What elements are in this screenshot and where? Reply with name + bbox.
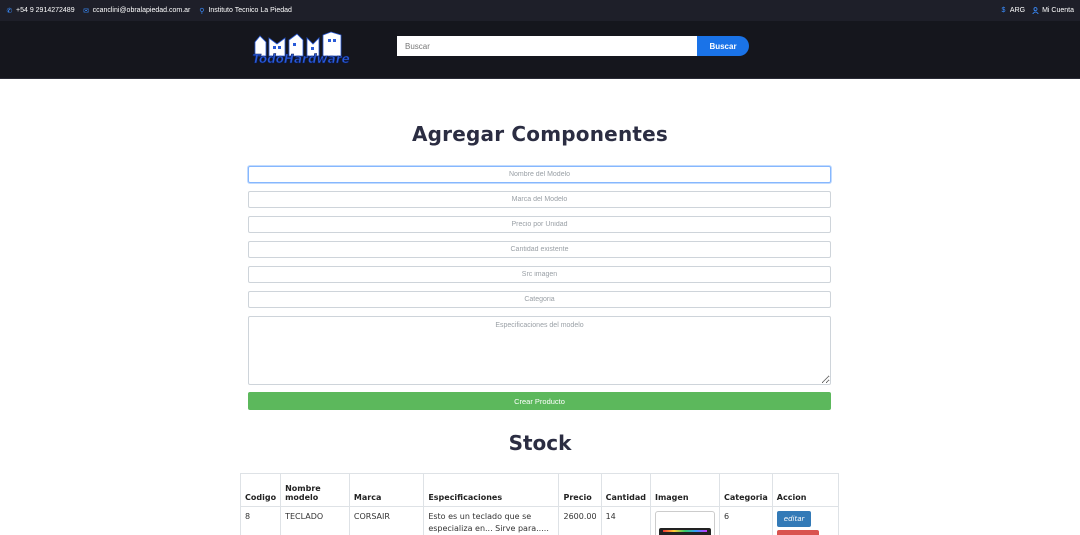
col-brand: Marca	[348, 473, 425, 507]
page-title: Agregar Componentes	[411, 122, 669, 146]
cell-action: editar	[771, 505, 840, 535]
table-row: 8 TECLADO CORSAIR Esto es un teclado que…	[239, 505, 840, 535]
email-text: ccanclini@obralapiedad.com.ar	[92, 7, 191, 14]
specs-field[interactable]	[248, 316, 831, 385]
model-name-field[interactable]	[248, 166, 831, 183]
cell-image	[649, 505, 720, 535]
product-thumbnail	[654, 511, 715, 535]
dollar-icon: $	[1001, 7, 1006, 14]
image-src-field[interactable]	[248, 266, 831, 283]
account-links: $ ARG Mi Cuenta	[1000, 7, 1074, 15]
stock-title: Stock	[508, 431, 572, 455]
contact-info: ✆ +54 9 2914272489 ✉ ccanclini@obralapie…	[6, 7, 292, 15]
quantity-field[interactable]	[248, 241, 831, 258]
location-link[interactable]: ⚲ Instituto Tecnico La Piedad	[198, 7, 292, 15]
col-action: Accion	[771, 473, 840, 507]
cell-qty: 14	[600, 505, 651, 535]
envelope-icon: ✉	[83, 7, 90, 15]
stock-table: Codigo Nombre modelo Marca Especificacio…	[239, 473, 840, 535]
col-price: Precio	[558, 473, 602, 507]
account-text: Mi Cuenta	[1042, 7, 1074, 14]
category-field[interactable]	[248, 291, 831, 308]
unit-price-field[interactable]	[248, 216, 831, 233]
user-icon	[1032, 7, 1039, 15]
col-name: Nombre modelo	[280, 473, 350, 507]
col-code: Codigo	[239, 473, 282, 507]
cell-code: 8	[239, 505, 282, 535]
site-logo[interactable]: TodoHardware	[251, 30, 351, 66]
cell-specs: Esto es un teclado que se especializa en…	[423, 505, 560, 535]
cell-name: TECLADO	[280, 505, 350, 535]
map-marker-icon: ⚲	[199, 7, 205, 15]
location-text: Instituto Tecnico La Piedad	[208, 7, 292, 14]
top-bar: ✆ +54 9 2914272489 ✉ ccanclini@obralapie…	[0, 0, 1080, 21]
cell-price: 2600.00	[558, 505, 602, 535]
add-component-form: Crear Producto	[248, 166, 831, 410]
edit-button[interactable]: editar	[776, 511, 812, 528]
col-category: Categoria	[718, 473, 773, 507]
table-header-row: Codigo Nombre modelo Marca Especificacio…	[239, 473, 840, 507]
site-header: TodoHardware Buscar	[0, 21, 1080, 79]
phone-icon: ✆	[6, 7, 13, 15]
phone-link[interactable]: ✆ +54 9 2914272489	[6, 7, 75, 15]
email-link[interactable]: ✉ ccanclini@obralapiedad.com.ar	[83, 7, 191, 15]
currency-link[interactable]: $ ARG	[1000, 7, 1025, 15]
search-button[interactable]: Buscar	[697, 36, 749, 56]
col-image: Imagen	[649, 473, 720, 507]
cell-brand: CORSAIR	[348, 505, 425, 535]
model-brand-field[interactable]	[248, 191, 831, 208]
currency-text: ARG	[1009, 7, 1026, 14]
col-specs: Especificaciones	[423, 473, 560, 507]
cell-category: 6	[718, 505, 773, 535]
create-product-button[interactable]: Crear Producto	[248, 392, 831, 410]
search-bar: Buscar	[397, 36, 749, 56]
phone-text: +54 9 2914272489	[16, 7, 75, 14]
col-qty: Cantidad	[600, 473, 651, 507]
logo-wordmark: TodoHardware	[252, 52, 350, 66]
keyboard-image	[658, 528, 711, 535]
search-input[interactable]	[397, 36, 697, 56]
account-link[interactable]: Mi Cuenta	[1032, 7, 1074, 15]
delete-button[interactable]	[776, 530, 819, 535]
